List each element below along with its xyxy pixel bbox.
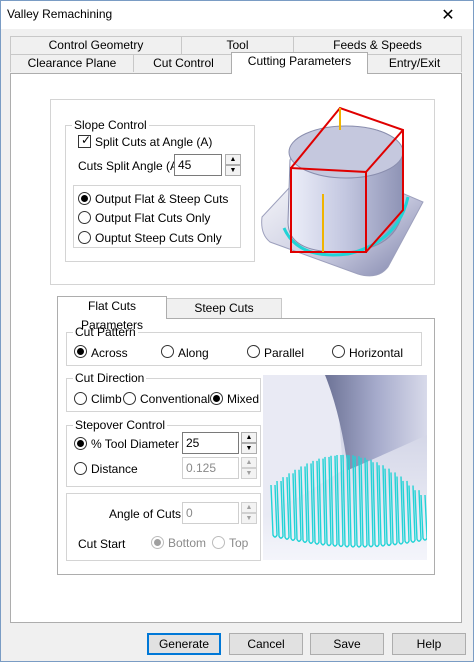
split-angle-label: Cuts Split Angle (A): — [78, 159, 186, 173]
cut-start-label: Cut Start — [78, 537, 126, 551]
spin-up-icon[interactable]: ▲ — [241, 432, 257, 443]
spin-up-icon[interactable]: ▲ — [241, 457, 257, 468]
tool-diameter-spinner[interactable]: ▲ ▼ — [241, 432, 257, 454]
dialog-window: Valley Remachining ✕ Control Geometry To… — [0, 0, 474, 662]
tab-control-geometry[interactable]: Control Geometry — [10, 36, 182, 54]
help-button[interactable]: Help — [392, 633, 466, 655]
angle-of-cuts-input[interactable]: 0 — [182, 502, 239, 524]
stepover-tool-diameter-label: % Tool Diameter — [91, 437, 179, 451]
spin-up-icon[interactable]: ▲ — [225, 154, 241, 165]
pattern-along-label: Along — [178, 346, 209, 360]
tab-clearance-plane[interactable]: Clearance Plane — [10, 54, 134, 72]
cut-start-top-radio[interactable] — [212, 536, 225, 549]
pattern-parallel-radio[interactable] — [247, 345, 260, 358]
tab-cut-control[interactable]: Cut Control — [133, 54, 234, 72]
cut-start-bottom-radio[interactable] — [151, 536, 164, 549]
window-title: Valley Remachining — [7, 7, 113, 21]
tab-steep-cuts-parameters[interactable]: Steep Cuts Parameters — [166, 298, 282, 334]
spin-down-icon[interactable]: ▼ — [241, 443, 257, 454]
slope-control-label: Slope Control — [72, 118, 149, 132]
slope-illustration — [261, 106, 424, 277]
split-angle-spinner[interactable]: ▲ ▼ — [225, 154, 241, 176]
spin-up-icon[interactable]: ▲ — [241, 502, 257, 513]
direction-conventional-label: Conventional — [140, 392, 211, 406]
pattern-along-radio[interactable] — [161, 345, 174, 358]
tool-diameter-input[interactable]: 25 — [182, 432, 239, 454]
pattern-across-label: Across — [91, 346, 128, 360]
cut-direction-label: Cut Direction — [73, 371, 147, 385]
output-flat-only-label: Output Flat Cuts Only — [95, 211, 211, 225]
angle-of-cuts-label: Angle of Cuts: — [109, 507, 185, 521]
direction-mixed-label: Mixed — [227, 392, 260, 406]
stepover-tool-diameter-radio[interactable] — [74, 437, 87, 450]
spin-down-icon[interactable]: ▼ — [241, 468, 257, 479]
pattern-horizontal-radio[interactable] — [332, 345, 345, 358]
output-flat-only-radio[interactable] — [78, 211, 91, 224]
split-cuts-label: Split Cuts at Angle (A) — [95, 135, 213, 149]
pattern-parallel-label: Parallel — [264, 346, 305, 360]
toolpath-illustration — [263, 375, 427, 560]
cut-start-top-label: Top — [229, 536, 249, 550]
tab-cutting-parameters[interactable]: Cutting Parameters — [231, 52, 368, 74]
tab-flat-cuts-parameters[interactable]: Flat Cuts Parameters — [57, 296, 167, 332]
output-steep-only-radio[interactable] — [78, 231, 91, 244]
stepover-distance-label: Distance — [91, 462, 138, 476]
pattern-across-radio[interactable] — [74, 345, 87, 358]
angle-of-cuts-spinner[interactable]: ▲ ▼ — [241, 502, 257, 524]
output-steep-only-label: Ouptut Steep Cuts Only — [95, 231, 222, 245]
split-cuts-checkbox[interactable]: ✓ — [78, 134, 91, 148]
cut-start-bottom-label: Bottom — [168, 536, 207, 550]
output-flat-steep-label: Output Flat & Steep Cuts — [95, 192, 229, 206]
title-bar: Valley Remachining ✕ — [1, 1, 473, 29]
output-flat-steep-radio[interactable] — [78, 192, 91, 205]
direction-mixed-radio[interactable] — [210, 392, 223, 405]
cancel-button[interactable]: Cancel — [229, 633, 303, 655]
save-button[interactable]: Save — [310, 633, 384, 655]
direction-conventional-radio[interactable] — [123, 392, 136, 405]
direction-climb-radio[interactable] — [74, 392, 87, 405]
close-icon[interactable]: ✕ — [425, 1, 471, 29]
distance-input[interactable]: 0.125 — [182, 457, 239, 479]
stepover-control-label: Stepover Control — [73, 418, 168, 432]
spin-down-icon[interactable]: ▼ — [225, 165, 241, 176]
spin-down-icon[interactable]: ▼ — [241, 513, 257, 524]
pattern-horizontal-label: Horizontal — [349, 346, 404, 360]
tab-entry-exit[interactable]: Entry/Exit — [367, 54, 462, 72]
split-angle-input[interactable]: 45 — [174, 154, 222, 176]
direction-climb-label: Climb — [91, 392, 122, 406]
generate-button[interactable]: Generate — [147, 633, 221, 655]
distance-spinner[interactable]: ▲ ▼ — [241, 457, 257, 479]
stepover-distance-radio[interactable] — [74, 462, 87, 475]
